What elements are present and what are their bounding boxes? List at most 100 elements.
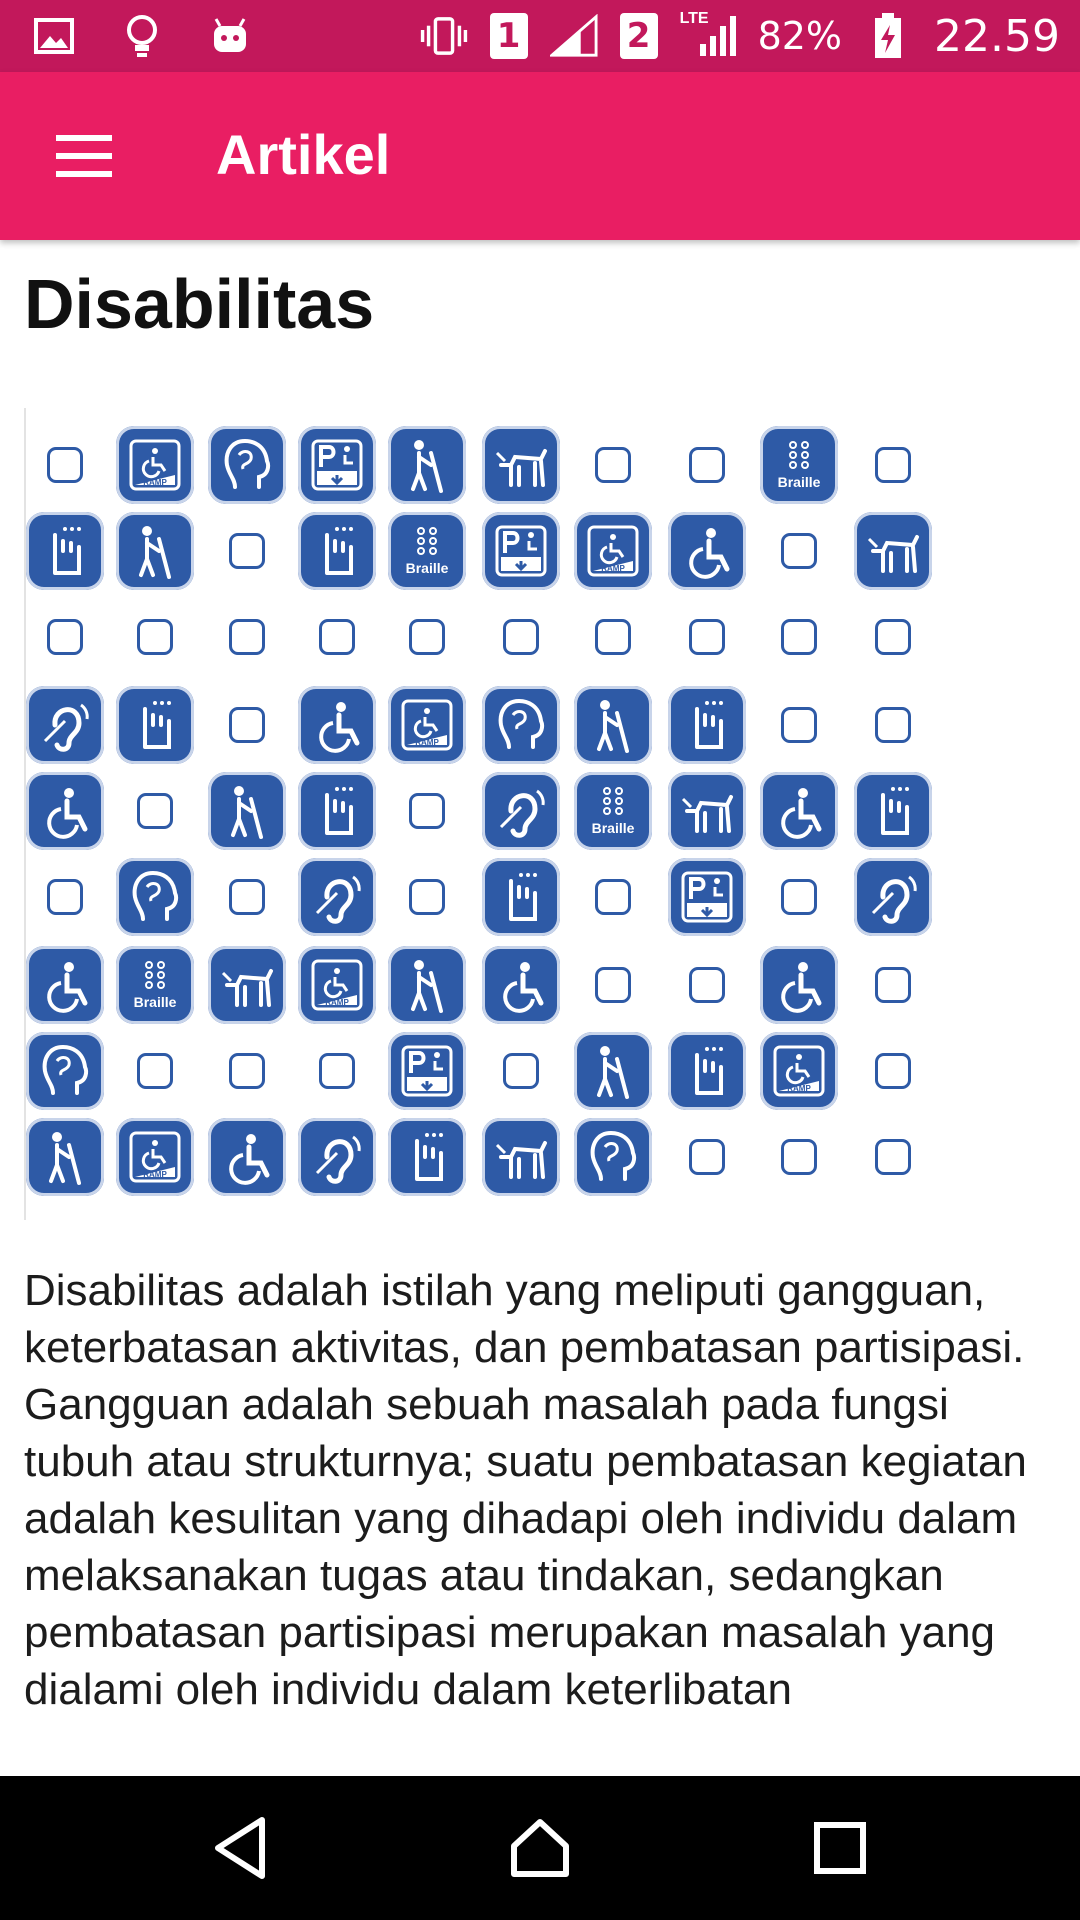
wheelchair-icon <box>26 946 104 1024</box>
svg-text:RAMP: RAMP <box>601 564 625 573</box>
empty-square-icon <box>47 879 83 915</box>
hearing-ear-icon <box>482 772 560 850</box>
guide-dog-icon <box>668 772 746 850</box>
hearing-ear-icon <box>298 1118 376 1196</box>
app-bar-title: Artikel <box>216 123 391 186</box>
empty-square-icon <box>26 426 104 504</box>
article-content[interactable]: Disabilitas RAMP Braille Braille RAMP RAMP Br… <box>0 240 1080 1776</box>
empty-square-icon <box>574 946 652 1024</box>
empty-square-icon <box>208 598 286 676</box>
empty-square-icon <box>319 619 355 655</box>
empty-square-icon <box>854 1032 932 1110</box>
wheelchair-icon <box>26 772 104 850</box>
recents-icon[interactable] <box>804 1812 876 1884</box>
svg-text:RAMP: RAMP <box>143 478 167 487</box>
tactile-hand-icon <box>298 772 376 850</box>
back-icon[interactable] <box>204 1812 276 1884</box>
braille-icon: Braille <box>760 426 838 504</box>
hearing-ear-icon <box>298 858 376 936</box>
empty-square-icon <box>689 447 725 483</box>
tactile-hand-icon <box>482 858 560 936</box>
guide-dog-icon <box>668 772 746 850</box>
battery-charging-icon <box>864 12 912 60</box>
wheelchair-icon <box>760 772 838 850</box>
accessible-parking-icon <box>668 858 746 936</box>
braille-icon: Braille <box>574 772 652 850</box>
empty-square-icon <box>298 1032 376 1110</box>
empty-square-icon <box>208 1032 286 1110</box>
android-icon <box>206 12 254 60</box>
hearing-ear-icon <box>854 858 932 936</box>
vibrate-icon <box>420 12 468 60</box>
empty-square-icon <box>229 879 265 915</box>
empty-square-icon <box>875 707 911 743</box>
empty-square-icon <box>875 967 911 1003</box>
ramp-icon: RAMP <box>116 426 194 504</box>
hearing-ear-icon <box>854 858 932 936</box>
tactile-hand-icon <box>116 686 194 764</box>
empty-square-icon <box>482 598 560 676</box>
tactile-hand-icon <box>854 772 932 850</box>
empty-square-icon <box>319 1053 355 1089</box>
home-icon[interactable] <box>504 1812 576 1884</box>
empty-square-icon <box>208 512 286 590</box>
empty-square-icon <box>781 1139 817 1175</box>
tactile-hand-icon <box>26 512 104 590</box>
ramp-icon: RAMP <box>760 1032 838 1110</box>
wheelchair-icon <box>208 1118 286 1196</box>
hearing-ear-icon <box>26 686 104 764</box>
empty-square-icon <box>760 1118 838 1196</box>
empty-square-icon <box>388 858 466 936</box>
wheelchair-icon <box>208 1118 286 1196</box>
network-type-label: LTE <box>679 10 709 27</box>
braille-icon: Braille <box>760 426 838 504</box>
hearing-ear-icon <box>298 858 376 936</box>
accessible-parking-icon <box>482 512 560 590</box>
empty-square-icon <box>47 619 83 655</box>
app-bar: Artikel <box>0 72 1080 240</box>
empty-square-icon <box>26 858 104 936</box>
hamburger-menu-icon[interactable] <box>40 116 128 196</box>
tactile-hand-icon <box>668 686 746 764</box>
empty-square-icon <box>595 447 631 483</box>
white-cane-icon <box>574 686 652 764</box>
white-cane-icon <box>574 686 652 764</box>
status-bar-notifications <box>30 12 254 60</box>
white-cane-icon <box>116 512 194 590</box>
empty-square-icon <box>116 772 194 850</box>
article-body: Disabilitas adalah istilah yang meliputi… <box>24 1266 1027 1714</box>
wheelchair-icon <box>298 686 376 764</box>
wheelchair-icon <box>760 946 838 1024</box>
tactile-hand-icon <box>668 1032 746 1110</box>
braille-icon: Braille <box>574 772 652 850</box>
empty-square-icon <box>875 447 911 483</box>
empty-square-icon <box>116 1032 194 1110</box>
empty-square-icon <box>854 1118 932 1196</box>
empty-square-icon <box>875 1053 911 1089</box>
ramp-icon: RAMP <box>298 946 376 1024</box>
status-bar-system: 1 2 LTE 82% 22.59 <box>420 0 1060 72</box>
empty-square-icon <box>298 598 376 676</box>
tactile-hand-icon <box>668 1032 746 1110</box>
svg-text:Braille: Braille <box>592 820 635 836</box>
empty-square-icon <box>595 879 631 915</box>
white-cane-icon <box>388 426 466 504</box>
empty-square-icon <box>409 879 445 915</box>
empty-square-icon <box>781 707 817 743</box>
braille-icon: Braille <box>116 946 194 1024</box>
cognitive-head-icon <box>26 1032 104 1110</box>
tactile-hand-icon <box>298 772 376 850</box>
empty-square-icon <box>229 619 265 655</box>
cognitive-head-icon <box>482 686 560 764</box>
empty-square-icon <box>668 946 746 1024</box>
white-cane-icon <box>208 772 286 850</box>
svg-text:RAMP: RAMP <box>415 738 439 747</box>
ramp-icon: RAMP <box>298 946 376 1024</box>
empty-square-icon <box>760 598 838 676</box>
cognitive-head-icon <box>574 1118 652 1196</box>
hearing-ear-icon <box>26 686 104 764</box>
guide-dog-icon <box>208 946 286 1024</box>
svg-text:RAMP: RAMP <box>787 1084 811 1093</box>
accessible-parking-icon <box>482 512 560 590</box>
empty-square-icon <box>875 1139 911 1175</box>
